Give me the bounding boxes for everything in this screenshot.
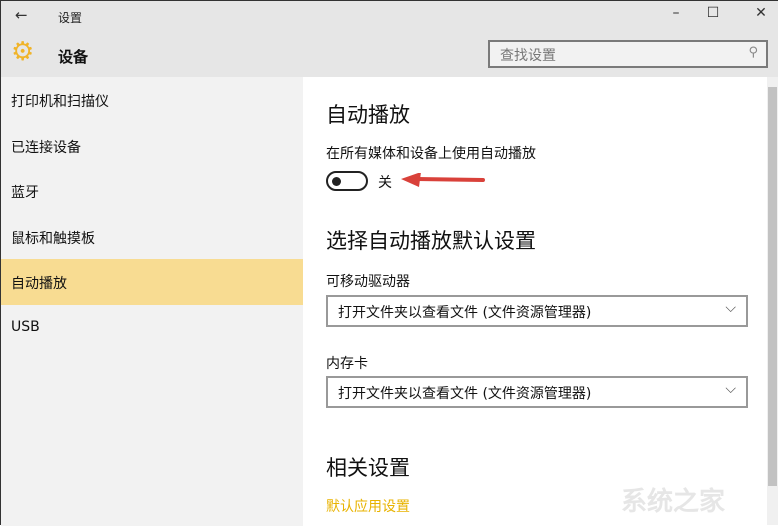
toggle-state: 关 <box>378 175 392 191</box>
watermark: 系统之家 <box>621 487 726 517</box>
search-input[interactable]: 查找设置 ⚲ <box>488 40 768 68</box>
memory-card-value: 打开文件夹以查看文件 (文件资源管理器) <box>338 386 592 402</box>
window-title: 设置 <box>58 11 83 25</box>
chevron-down-icon: ⌵ <box>725 381 736 397</box>
removable-drive-value: 打开文件夹以查看文件 (文件资源管理器) <box>338 305 592 321</box>
sidebar-item-printers[interactable]: 打印机和扫描仪 <box>1 77 303 123</box>
search-placeholder: 查找设置 <box>500 48 556 64</box>
default-apps-link[interactable]: 默认应用设置 <box>326 496 410 516</box>
memory-card-dropdown[interactable]: 打开文件夹以查看文件 (文件资源管理器) ⌵ <box>326 376 748 408</box>
removable-drive-dropdown[interactable]: 打开文件夹以查看文件 (文件资源管理器) ⌵ <box>326 295 748 327</box>
red-arrow-annotation <box>401 173 485 187</box>
close-button[interactable]: ✕ <box>746 5 776 21</box>
page-title: 设备 <box>58 48 89 66</box>
title-bar: ← 设置 – ☐ ✕ <box>1 1 778 32</box>
removable-drive-label: 可移动驱动器 <box>326 274 410 290</box>
header: ⚙ 设备 查找设置 ⚲ <box>1 32 778 77</box>
scrollbar-thumb[interactable] <box>768 87 777 486</box>
maximize-button[interactable]: ☐ <box>698 5 728 21</box>
memory-card-label: 内存卡 <box>326 356 368 372</box>
back-button[interactable]: ← <box>15 6 28 24</box>
search-icon: ⚲ <box>748 45 758 60</box>
scrollbar[interactable] <box>767 77 778 525</box>
related-settings-heading: 相关设置 <box>326 456 410 480</box>
sidebar-item-usb[interactable]: USB <box>1 305 303 351</box>
content-pane: 自动播放 在所有媒体和设备上使用自动播放 关 选择自动播放默认设置 可移动驱动器… <box>303 77 767 526</box>
autoplay-toggle-label: 在所有媒体和设备上使用自动播放 <box>326 146 536 162</box>
minimize-button[interactable]: – <box>661 5 691 21</box>
defaults-heading: 选择自动播放默认设置 <box>326 229 536 253</box>
sidebar: 打印机和扫描仪 已连接设备 蓝牙 鼠标和触摸板 自动播放 USB <box>1 77 303 526</box>
sidebar-item-connected-devices[interactable]: 已连接设备 <box>1 123 303 169</box>
sidebar-item-bluetooth[interactable]: 蓝牙 <box>1 168 303 214</box>
autoplay-toggle[interactable] <box>326 171 368 191</box>
gear-icon: ⚙ <box>11 37 35 67</box>
autoplay-heading: 自动播放 <box>326 103 410 127</box>
chevron-down-icon: ⌵ <box>725 300 736 316</box>
sidebar-item-autoplay[interactable]: 自动播放 <box>1 259 303 305</box>
sidebar-item-mouse[interactable]: 鼠标和触摸板 <box>1 214 303 260</box>
